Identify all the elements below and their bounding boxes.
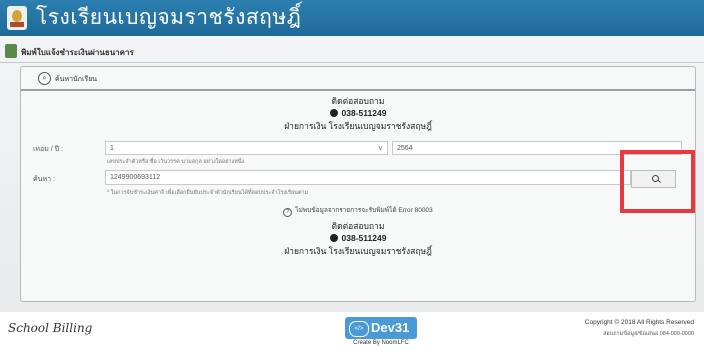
contact-phone: 038-511249 [21,107,695,120]
notice-text: ไม่พบข้อมูลจากรายการจะรับพิมพ์ได้ Error … [295,207,433,214]
dev-credit: Create By NoomLFC [353,340,409,346]
brand-name: School Billing [8,321,93,335]
contact-phone: 038-511249 [21,232,695,245]
error-notice: ? ไม่พบข้อมูลจากรายการจะรับพิมพ์ได้ Error… [21,205,695,217]
term-value: 1 [110,145,114,152]
footer: School Billing </> Dev31 Create By NoomL… [0,312,704,358]
copyright: Copyright © 2018 All Rights Reserved [584,319,694,326]
school-crest-icon [7,6,27,30]
panel-heading: ⌕ ค้นหานักเรียน [21,67,695,91]
red-highlight-box [620,150,695,213]
search-value: 1249900693112 [110,174,161,181]
contact-title: ติดต่อสอบถาม [331,221,385,231]
phone-icon [329,109,338,117]
footer-contact: สอบถามข้อมูล/ข้อเสนอ 084-000-0000 [603,331,694,337]
contact-title: ติดต่อสอบถาม [331,96,385,106]
search-icon: ⌕ [38,72,51,85]
code-icon: </> [349,321,369,337]
school-name: โรงเรียนเบญจมราชรังสฤษฎิ์ [36,5,302,29]
section-header: พิมพ์ใบแจ้งชำระเงินผ่านธนาคาร [0,42,704,63]
dev-logo-text: Dev31 [371,320,410,335]
contact-department: ฝ่ายการเงิน โรงเรียนเบญจมราชรังสฤษฎิ์ [284,121,432,131]
panel-heading-label: ค้นหานักเรียน [55,76,98,83]
contact-department: ฝ่ายการเงิน โรงเรียนเบญจมราชรังสฤษฎิ์ [284,246,432,256]
phone-number: 038-511249 [341,108,387,118]
content-area: พิมพ์ใบแจ้งชำระเงินผ่านธนาคาร ⌕ ค้นหานัก… [0,36,704,312]
search-panel: ⌕ ค้นหานักเรียน ติดต่อสอบถาม 038-511249 … [20,66,696,302]
phone-number: 038-511249 [341,233,387,243]
term-label: เทอม / ปี : [33,146,63,153]
term-help-text: เลขประจำตัวหรือ ชื่อ เว้นวรรค นามสกุล อย… [107,159,245,165]
info-icon: ? [283,208,293,217]
section-title: พิมพ์ใบแจ้งชำระเงินผ่านธนาคาร [21,48,134,57]
dev-logo[interactable]: </> Dev31 [345,317,417,339]
contact-info-top: ติดต่อสอบถาม 038-511249 ฝ่ายการเงิน โรงเ… [21,95,695,132]
contact-info-bottom: ติดต่อสอบถาม 038-511249 ฝ่ายการเงิน โรงเ… [21,220,695,257]
header-bar: โรงเรียนเบญจมราชรังสฤษฎิ์ [0,0,704,36]
year-value: 2564 [397,145,413,152]
term-select[interactable]: 1 ∨ [105,141,388,155]
phone-icon [329,234,338,242]
search-help-text: * ในการจ้บชำระเงินค่าจิ เพื่อเลือกยืนยัน… [107,190,309,196]
search-label: ค้นหา : [33,176,55,183]
money-icon [5,44,17,58]
search-input[interactable]: 1249900693112 [105,170,631,185]
chevron-down-icon: ∨ [377,145,383,152]
